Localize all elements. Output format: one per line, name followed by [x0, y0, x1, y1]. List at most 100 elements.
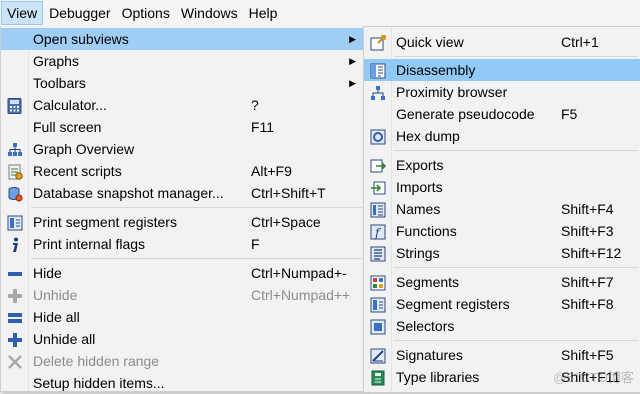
- menu-item-graphs[interactable]: Graphs ▶: [1, 50, 364, 72]
- menu-item-toolbars[interactable]: Toolbars ▶: [1, 72, 364, 94]
- delete-icon: [6, 353, 23, 370]
- menu-item-label: Hide all: [33, 309, 80, 325]
- menu-item-shortcut: Ctrl+1: [561, 34, 599, 50]
- submenu-arrow-icon: ▶: [349, 56, 356, 66]
- menu-separator: [31, 258, 362, 259]
- segment-registers-icon: [369, 296, 386, 313]
- menu-item-hide-all[interactable]: Hide all: [1, 306, 364, 328]
- menu-item-full-screen[interactable]: Full screen F11: [1, 116, 364, 138]
- menu-item-unhide[interactable]: Unhide Ctrl+Numpad++: [1, 284, 364, 306]
- watermark: @51CTO博客: [553, 370, 634, 385]
- menu-item-unhide-all[interactable]: Unhide all: [1, 328, 364, 350]
- menu-item-hide[interactable]: Hide Ctrl+Numpad+-: [1, 262, 364, 284]
- menu-separator: [394, 267, 638, 268]
- graph-overview-icon: [6, 141, 23, 158]
- menu-item-quick-view[interactable]: Quick view Ctrl+1: [364, 31, 640, 53]
- menu-item-label: Exports: [396, 157, 444, 173]
- menu-item-graph-overview[interactable]: Graph Overview: [1, 138, 364, 160]
- menu-item-label: Quick view: [396, 34, 464, 50]
- menu-windows[interactable]: Windows: [176, 1, 243, 25]
- quick-view-icon: [369, 34, 386, 51]
- menu-item-shortcut: Shift+F4: [561, 201, 614, 217]
- info-icon: [6, 236, 23, 253]
- menu-item-proximity-browser[interactable]: Proximity browser: [364, 81, 640, 103]
- menu-item-shortcut: F5: [561, 106, 578, 122]
- menu-item-shortcut: Shift+F7: [561, 274, 614, 290]
- database-snapshot-icon: [6, 185, 23, 202]
- menu-item-shortcut: ?: [251, 97, 259, 113]
- menu-item-label: Open subviews: [33, 31, 129, 47]
- calculator-icon: [6, 97, 23, 114]
- menu-item-signatures[interactable]: Signatures Shift+F5: [364, 344, 640, 366]
- menu-item-segments[interactable]: Segments Shift+F7: [364, 271, 640, 293]
- menu-item-label: Calculator...: [33, 97, 107, 113]
- menu-item-open-subviews[interactable]: Open subviews ▶: [1, 28, 364, 50]
- menu-item-label: Database snapshot manager...: [33, 185, 224, 201]
- menu-item-hex-dump[interactable]: Hex dump: [364, 125, 640, 147]
- minus-all-icon: [6, 309, 23, 326]
- segments-icon: [369, 274, 386, 291]
- functions-icon: f: [369, 223, 386, 240]
- hex-dump-icon: [369, 128, 386, 145]
- signatures-icon: [369, 347, 386, 364]
- open-subviews-submenu: Quick view Ctrl+1 Disassembly Proximity …: [363, 26, 640, 393]
- menu-item-shortcut: F: [251, 236, 260, 252]
- menu-item-strings[interactable]: Strings Shift+F12: [364, 242, 640, 264]
- menu-item-label: Full screen: [33, 119, 102, 135]
- menu-item-calculator[interactable]: Calculator... ?: [1, 94, 364, 116]
- menu-item-delete-hidden-range[interactable]: Delete hidden range: [1, 350, 364, 372]
- menu-item-disassembly[interactable]: Disassembly: [364, 59, 640, 81]
- menu-item-generate-pseudocode[interactable]: Generate pseudocode F5: [364, 103, 640, 125]
- menu-separator: [394, 56, 638, 57]
- plus-icon: [6, 287, 23, 304]
- menu-item-label: Toolbars: [33, 75, 86, 91]
- menu-item-shortcut: Ctrl+Space: [251, 214, 321, 230]
- menu-item-label: Signatures: [396, 347, 463, 363]
- menu-item-shortcut: Alt+F9: [251, 163, 292, 179]
- menu-item-label: Segment registers: [396, 296, 510, 312]
- menu-item-label: Recent scripts: [33, 163, 122, 179]
- minus-icon: [6, 265, 23, 282]
- menu-item-label: Hide: [33, 265, 62, 281]
- menu-item-label: Type libraries: [396, 369, 480, 385]
- menu-item-label: Proximity browser: [396, 84, 508, 100]
- menu-view[interactable]: View: [1, 1, 44, 25]
- menu-item-label: Print segment registers: [33, 214, 177, 230]
- menu-item-database-snapshot-manager[interactable]: Database snapshot manager... Ctrl+Shift+…: [1, 182, 364, 204]
- menu-item-shortcut: Ctrl+Numpad+-: [251, 265, 347, 281]
- names-icon: [369, 201, 386, 218]
- menu-item-recent-scripts[interactable]: Recent scripts Alt+F9: [1, 160, 364, 182]
- menu-debugger[interactable]: Debugger: [44, 1, 116, 25]
- menu-item-label: Unhide: [33, 287, 78, 303]
- menu-item-shortcut: Ctrl+Shift+T: [251, 185, 326, 201]
- menu-options[interactable]: Options: [117, 1, 175, 25]
- menu-item-segment-registers[interactable]: Segment registers Shift+F8: [364, 293, 640, 315]
- menu-item-functions[interactable]: f Functions Shift+F3: [364, 220, 640, 242]
- menu-item-print-segment-registers[interactable]: Print segment registers Ctrl+Space: [1, 211, 364, 233]
- submenu-arrow-icon: ▶: [349, 78, 356, 88]
- menu-item-names[interactable]: Names Shift+F4: [364, 198, 640, 220]
- proximity-icon: [369, 84, 386, 101]
- menu-separator: [394, 340, 638, 341]
- menu-item-shortcut: Shift+F5: [561, 347, 614, 363]
- recent-scripts-icon: [6, 163, 23, 180]
- menu-item-selectors[interactable]: Selectors: [364, 315, 640, 337]
- imports-icon: [369, 179, 386, 196]
- menu-item-label: Imports: [396, 179, 443, 195]
- menu-item-label: Selectors: [396, 318, 455, 334]
- type-libraries-icon: [369, 369, 386, 386]
- menu-item-label: Delete hidden range: [33, 353, 160, 369]
- menu-item-exports[interactable]: Exports: [364, 154, 640, 176]
- exports-icon: [369, 157, 386, 174]
- menu-item-label: Segments: [396, 274, 460, 290]
- menu-item-print-internal-flags[interactable]: Print internal flags F: [1, 233, 364, 255]
- menu-item-shortcut: Shift+F3: [561, 223, 614, 239]
- plus-all-icon: [6, 331, 23, 348]
- segment-registers-icon: [6, 214, 23, 231]
- menu-item-imports[interactable]: Imports: [364, 176, 640, 198]
- menu-separator: [31, 207, 362, 208]
- menu-item-label: Strings: [396, 245, 440, 261]
- menu-item-label: Graphs: [33, 53, 79, 69]
- view-menu: Open subviews ▶ Graphs ▶ Toolbars ▶ Calc…: [0, 26, 365, 392]
- menu-help[interactable]: Help: [244, 1, 283, 25]
